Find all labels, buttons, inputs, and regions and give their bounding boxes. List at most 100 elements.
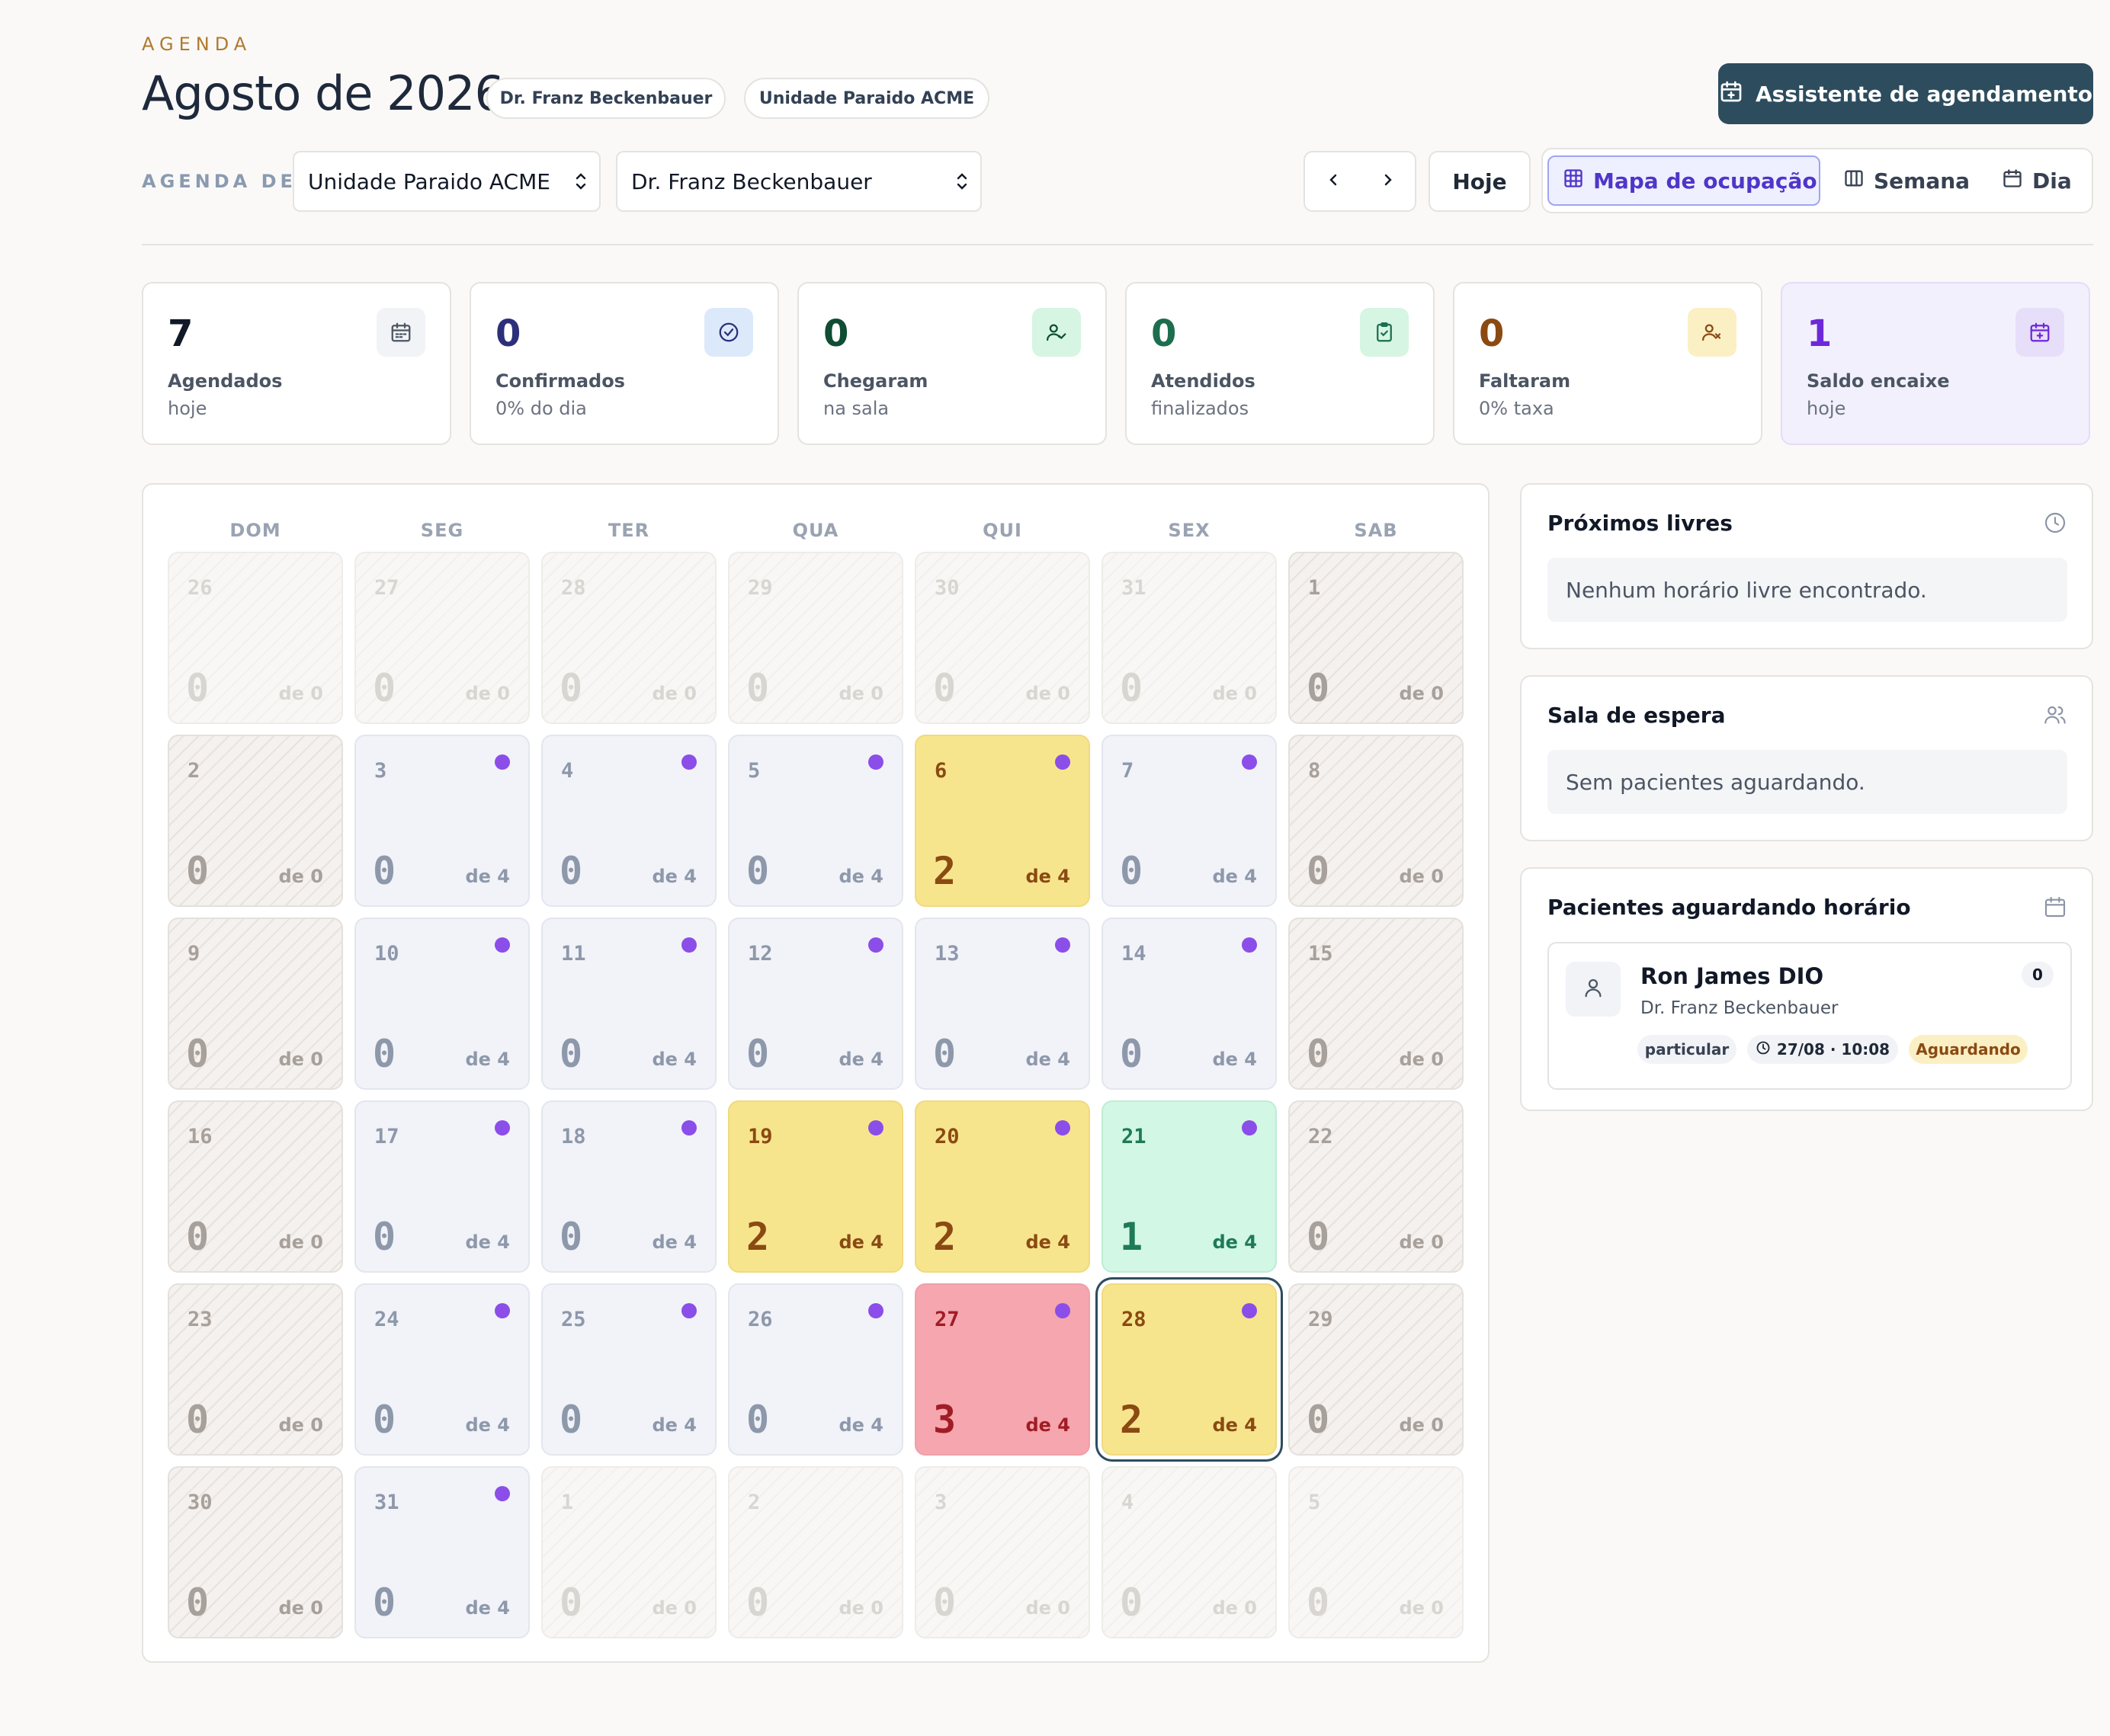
availability-dot (1055, 754, 1070, 770)
calendar-day-cell[interactable]: 24 0 de 4 (354, 1283, 530, 1456)
scheduling-assistant-button[interactable]: Assistente de agendamento (1718, 63, 2093, 124)
calendar-day-cell[interactable]: 26 0 de 4 (728, 1283, 903, 1456)
doctor-select[interactable]: Dr. Franz Beckenbauer (616, 151, 982, 212)
day-number: 27 (935, 1308, 960, 1331)
availability-dot (495, 1120, 510, 1135)
stat-label: Saldo encaixe (1807, 370, 1950, 392)
clock-icon (1756, 1040, 1771, 1059)
next-month-button[interactable] (1360, 152, 1416, 210)
calendar-day-cell[interactable]: 30 0 de 0 (168, 1466, 343, 1638)
patient-card[interactable]: Ron James DIO Dr. Franz Beckenbauer 0 pa… (1547, 942, 2072, 1090)
capacity-label: de 4 (652, 1414, 697, 1436)
calendar-day-cell[interactable]: 2 0 de 0 (168, 735, 343, 907)
day-number: 18 (561, 1125, 586, 1148)
calendar-day-cell[interactable]: 20 2 de 4 (915, 1100, 1090, 1273)
calendar-day-cell[interactable]: 1 0 de 0 (1288, 552, 1464, 724)
calendar-day-cell[interactable]: 8 0 de 0 (1288, 735, 1464, 907)
day-number: 13 (935, 942, 960, 966)
calendar-day-cell: 3 0 de 0 (915, 1466, 1090, 1638)
unit-select[interactable]: Unidade Paraido ACME (293, 151, 601, 212)
calendar-day-cell[interactable]: 23 0 de 0 (168, 1283, 343, 1456)
weekday-header: SEX (1168, 520, 1211, 541)
stat-card-attended: 0 Atendidos finalizados (1125, 282, 1435, 445)
capacity-label: de 0 (1399, 1414, 1444, 1436)
today-button[interactable]: Hoje (1429, 151, 1531, 212)
day-number: 20 (935, 1125, 960, 1148)
doctor-chip: Dr. Franz Beckenbauer (486, 78, 726, 119)
capacity-label: de 4 (1025, 1232, 1070, 1253)
capacity-label: de 4 (465, 866, 510, 887)
capacity-label: de 0 (278, 1414, 323, 1436)
availability-dot (681, 1120, 697, 1135)
day-number: 7 (1121, 759, 1134, 783)
appointment-count: 0 (560, 1581, 583, 1625)
users-icon (2043, 703, 2067, 730)
calendar-day-cell[interactable]: 29 0 de 0 (1288, 1283, 1464, 1456)
capacity-label: de 4 (839, 1414, 883, 1436)
calendar-day-cell: 4 0 de 0 (1101, 1466, 1277, 1638)
chevron-updown-icon (954, 169, 970, 199)
availability-dot (1242, 937, 1257, 953)
tab-occupancy-map[interactable]: Mapa de ocupação (1547, 155, 1820, 206)
previous-month-button[interactable] (1305, 152, 1361, 210)
chevron-left-icon (1324, 171, 1342, 192)
stat-sublabel: 0% taxa (1479, 398, 1554, 419)
calendar-day-cell[interactable]: 10 0 de 4 (354, 918, 530, 1090)
calendar-day-cell[interactable]: 13 0 de 4 (915, 918, 1090, 1090)
day-number: 8 (1308, 759, 1321, 783)
calendar-day-cell[interactable]: 31 0 de 4 (354, 1466, 530, 1638)
day-number: 2 (188, 759, 200, 783)
calendar-day-cell[interactable]: 5 0 de 4 (728, 735, 903, 907)
stat-value: 0 (1151, 312, 1177, 355)
appointment-count: 2 (746, 1215, 770, 1259)
appointment-count: 0 (933, 1581, 957, 1625)
section-eyebrow: AGENDA (142, 34, 252, 55)
day-number: 3 (374, 759, 387, 783)
tab-day[interactable]: Dia (1988, 155, 2090, 206)
calendar-day-cell[interactable]: 12 0 de 4 (728, 918, 903, 1090)
day-number: 9 (188, 942, 200, 966)
calendar-day-cell[interactable]: 4 0 de 4 (541, 735, 717, 907)
calendar-day-cell[interactable]: 28 2 de 4 (1101, 1283, 1277, 1456)
appointment-count: 0 (373, 666, 396, 710)
day-number: 29 (748, 576, 773, 600)
calendar-day-cell: 31 0 de 0 (1101, 552, 1277, 724)
day-number: 30 (935, 576, 960, 600)
calendar-day-cell[interactable]: 15 0 de 0 (1288, 918, 1464, 1090)
calendar-day-cell[interactable]: 11 0 de 4 (541, 918, 717, 1090)
appointment-count: 0 (560, 1032, 583, 1076)
user-x-icon (1688, 308, 1736, 357)
calendar-day-cell[interactable]: 27 3 de 4 (915, 1283, 1090, 1456)
day-number: 28 (561, 576, 586, 600)
calendar-day-cell[interactable]: 22 0 de 0 (1288, 1100, 1464, 1273)
calendar-day-cell[interactable]: 7 0 de 4 (1101, 735, 1277, 907)
calendar-day-cell[interactable]: 25 0 de 4 (541, 1283, 717, 1456)
calendar-day-cell: 30 0 de 0 (915, 552, 1090, 724)
day-number: 19 (748, 1125, 773, 1148)
calendar-day-cell[interactable]: 19 2 de 4 (728, 1100, 903, 1273)
calendar-day-cell[interactable]: 16 0 de 0 (168, 1100, 343, 1273)
waiting-room-empty-message: Sem pacientes aguardando. (1547, 750, 2067, 814)
capacity-label: de 0 (1212, 1597, 1257, 1619)
appointment-count: 0 (186, 1398, 210, 1442)
patient-doctor: Dr. Franz Beckenbauer (1640, 998, 1839, 1018)
stat-sublabel: finalizados (1151, 398, 1249, 419)
calendar-day-cell[interactable]: 14 0 de 4 (1101, 918, 1277, 1090)
calendar-day-cell: 26 0 de 0 (168, 552, 343, 724)
day-number: 1 (1308, 576, 1321, 600)
tab-week[interactable]: Semana (1829, 155, 1970, 206)
calendar-day-cell[interactable]: 6 2 de 4 (915, 735, 1090, 907)
calendar-day-cell[interactable]: 9 0 de 0 (168, 918, 343, 1090)
capacity-label: de 4 (652, 1049, 697, 1070)
day-number: 11 (561, 942, 586, 966)
weekday-header: DOM (229, 520, 281, 541)
calendar-icon (377, 308, 425, 357)
calendar-day-cell: 1 0 de 0 (541, 1466, 717, 1638)
calendar-day-cell[interactable]: 18 0 de 4 (541, 1100, 717, 1273)
appointment-count: 0 (560, 1215, 583, 1259)
stat-value: 0 (495, 312, 521, 355)
calendar-day-cell[interactable]: 17 0 de 4 (354, 1100, 530, 1273)
appointment-count: 0 (1307, 1032, 1330, 1076)
calendar-day-cell[interactable]: 3 0 de 4 (354, 735, 530, 907)
calendar-day-cell[interactable]: 21 1 de 4 (1101, 1100, 1277, 1273)
